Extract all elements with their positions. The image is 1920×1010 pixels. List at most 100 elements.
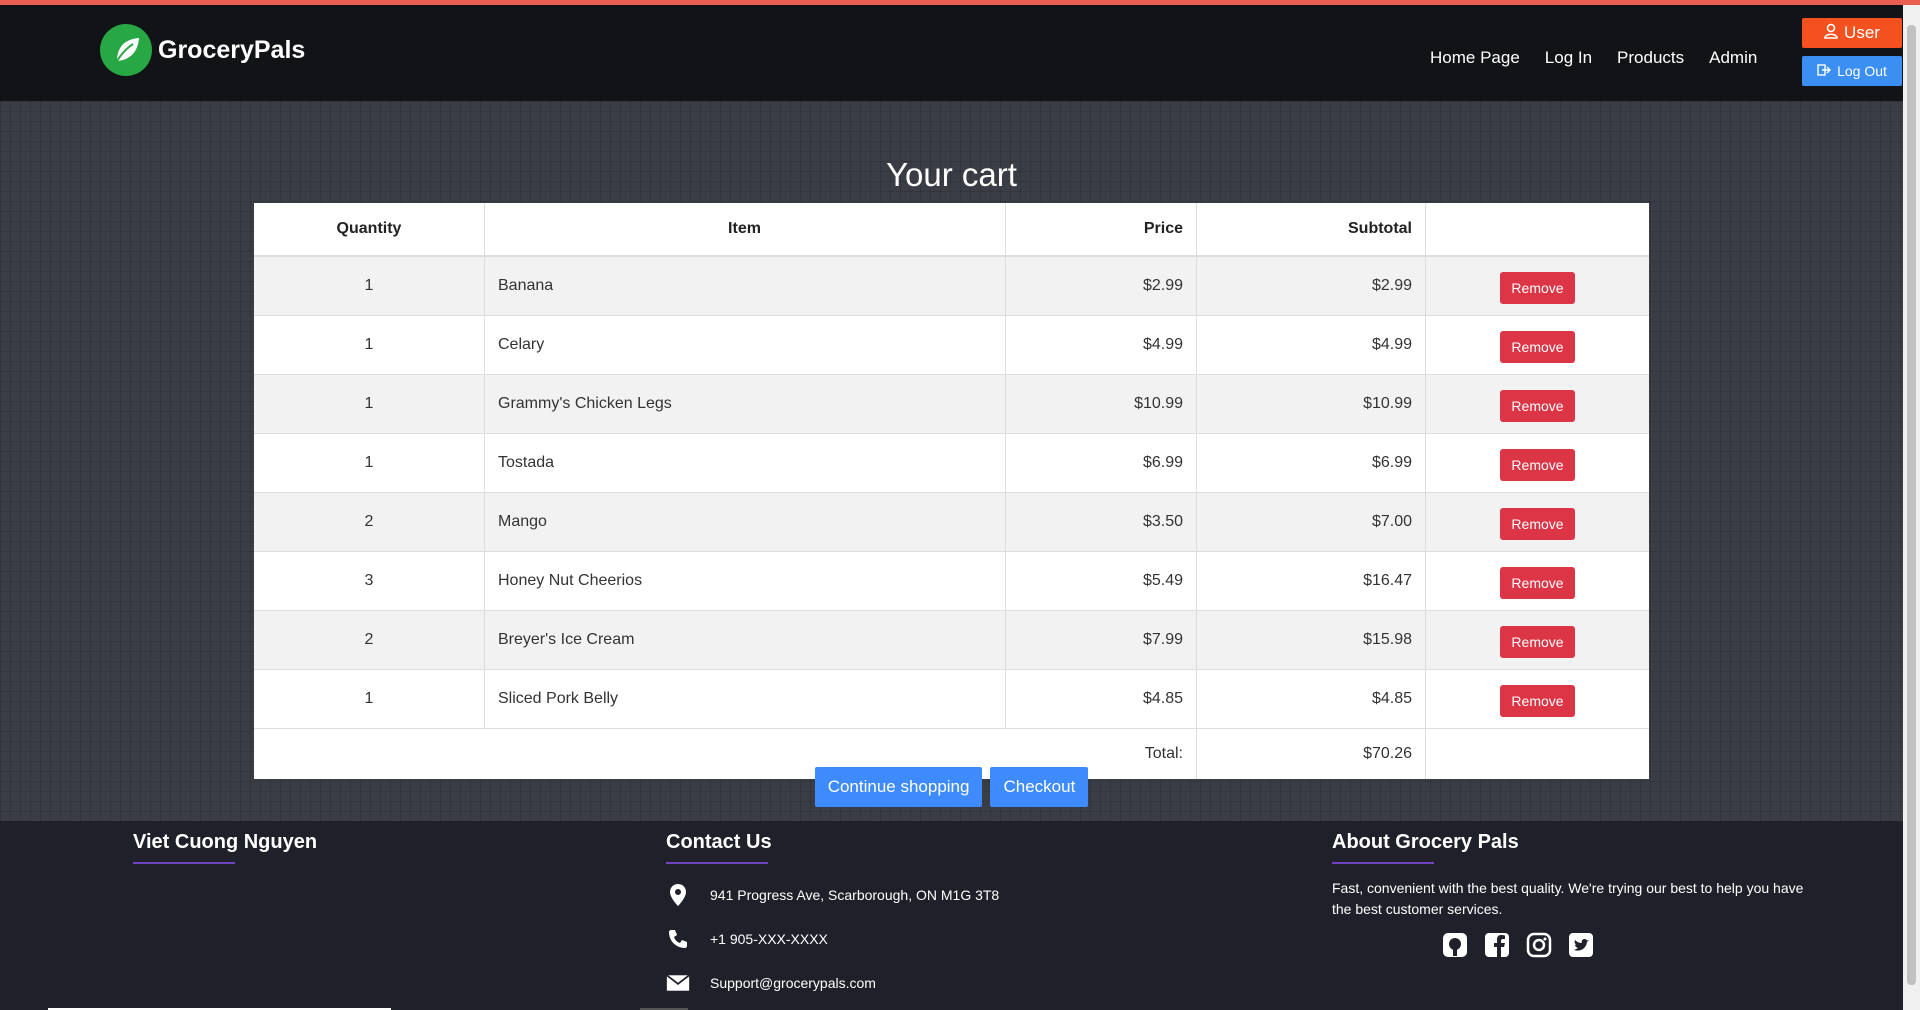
cart-actions: Continue shopping Checkout — [0, 767, 1903, 807]
github-icon[interactable] — [1442, 932, 1468, 963]
remove-button[interactable]: Remove — [1500, 508, 1575, 540]
cart-table: Quantity Item Price Subtotal 1 Banana $2… — [254, 203, 1649, 779]
title-underline — [666, 862, 768, 864]
brand-name: GroceryPals — [158, 35, 306, 64]
remove-button[interactable]: Remove — [1500, 626, 1575, 658]
header-actions — [1425, 203, 1649, 257]
remove-button[interactable]: Remove — [1500, 331, 1575, 363]
remove-button[interactable]: Remove — [1500, 449, 1575, 481]
row-subtotal: $4.85 — [1196, 669, 1426, 729]
row-quantity: 3 — [254, 551, 485, 611]
row-item: Celary — [484, 315, 1006, 375]
row-quantity: 1 — [254, 374, 485, 434]
remove-button[interactable]: Remove — [1500, 567, 1575, 599]
header-quantity: Quantity — [254, 203, 485, 257]
envelope-icon — [666, 973, 690, 993]
row-subtotal: $7.00 — [1196, 492, 1426, 552]
footer-about-title: About Grocery Pals — [1332, 831, 1519, 853]
row-quantity: 1 — [254, 433, 485, 493]
row-price: $7.99 — [1005, 610, 1197, 670]
page-title: Your cart — [886, 156, 1017, 193]
logout-button-label: Log Out — [1837, 63, 1887, 79]
row-subtotal: $6.99 — [1196, 433, 1426, 493]
row-item: Banana — [484, 255, 1006, 316]
email-link[interactable]: Support@grocerypals.com — [710, 975, 876, 991]
table-row: 2 Mango $3.50 $7.00 Remove — [254, 492, 1649, 552]
facebook-icon[interactable] — [1484, 932, 1510, 963]
row-subtotal: $15.98 — [1196, 610, 1426, 670]
main-content: Your cart Quantity Item Price Subtotal 1… — [0, 101, 1903, 821]
phone-icon — [666, 928, 690, 950]
twitter-icon[interactable] — [1568, 932, 1594, 963]
title-underline — [1332, 862, 1434, 864]
table-row: 1 Grammy's Chicken Legs $10.99 $10.99 Re… — [254, 374, 1649, 434]
row-subtotal: $16.47 — [1196, 551, 1426, 611]
header-subtotal: Subtotal — [1196, 203, 1426, 257]
scrollbar-thumb[interactable] — [1907, 25, 1916, 985]
row-price: $2.99 — [1005, 255, 1197, 316]
title-underline — [133, 862, 235, 864]
remove-button[interactable]: Remove — [1500, 685, 1575, 717]
brand-logo[interactable]: GroceryPals — [100, 23, 305, 77]
row-price: $4.99 — [1005, 315, 1197, 375]
row-item: Tostada — [484, 433, 1006, 493]
continue-shopping-button[interactable]: Continue shopping — [814, 767, 983, 807]
about-text: Fast, convenient with the best quality. … — [1332, 880, 1804, 917]
row-quantity: 1 — [254, 315, 485, 375]
user-button-label: User — [1844, 23, 1880, 42]
nav-admin[interactable]: Admin — [1709, 48, 1757, 68]
table-row: 1 Celary $4.99 $4.99 Remove — [254, 315, 1649, 375]
user-icon — [1824, 23, 1838, 44]
row-item: Honey Nut Cheerios — [484, 551, 1006, 611]
vertical-scrollbar[interactable] — [1903, 5, 1920, 1010]
leaf-icon — [100, 24, 152, 76]
contact-address: 941 Progress Ave, Scarborough, ON M1G 3T… — [666, 882, 999, 908]
row-item: Grammy's Chicken Legs — [484, 374, 1006, 434]
row-item: Sliced Pork Belly — [484, 669, 1006, 729]
logout-button[interactable]: Log Out — [1802, 56, 1902, 86]
table-row: 1 Tostada $6.99 $6.99 Remove — [254, 433, 1649, 493]
main-nav: Home Page Log In Products Admin — [1430, 48, 1757, 68]
table-row: 3 Honey Nut Cheerios $5.49 $16.47 Remove — [254, 551, 1649, 611]
user-button[interactable]: User — [1802, 18, 1902, 48]
row-quantity: 2 — [254, 610, 485, 670]
row-price: $10.99 — [1005, 374, 1197, 434]
row-item: Mango — [484, 492, 1006, 552]
address-text: 941 Progress Ave, Scarborough, ON M1G 3T… — [710, 887, 1000, 903]
table-row: 1 Sliced Pork Belly $4.85 $4.85 Remove — [254, 669, 1649, 729]
row-price: $4.85 — [1005, 669, 1197, 729]
table-row: 2 Breyer's Ice Cream $7.99 $15.98 Remove — [254, 610, 1649, 670]
footer-contact-column: Contact Us 941 Progress Ave, Scarborough… — [666, 831, 999, 996]
remove-button[interactable]: Remove — [1500, 272, 1575, 304]
logout-icon — [1817, 63, 1832, 79]
row-quantity: 1 — [254, 255, 485, 316]
navbar: GroceryPals Home Page Log In Products Ad… — [0, 5, 1920, 101]
header-price: Price — [1005, 203, 1197, 257]
map-marker-icon — [666, 883, 690, 907]
table-header-row: Quantity Item Price Subtotal — [254, 203, 1649, 257]
row-quantity: 2 — [254, 492, 485, 552]
phone-text: +1 905-XXX-XXXX — [710, 931, 828, 947]
checkout-button[interactable]: Checkout — [990, 767, 1089, 807]
footer-author-title: Viet Cuong Nguyen — [133, 831, 318, 853]
header-item: Item — [484, 203, 1006, 257]
nav-login[interactable]: Log In — [1545, 48, 1592, 68]
nav-home[interactable]: Home Page — [1430, 48, 1520, 68]
contact-email: Support@grocerypals.com — [666, 970, 999, 996]
row-price: $6.99 — [1005, 433, 1197, 493]
table-row: 1 Banana $2.99 $2.99 Remove — [254, 255, 1649, 316]
row-subtotal: $4.99 — [1196, 315, 1426, 375]
remove-button[interactable]: Remove — [1500, 390, 1575, 422]
social-links — [1442, 932, 1812, 963]
row-item: Breyer's Ice Cream — [484, 610, 1006, 670]
nav-products[interactable]: Products — [1617, 48, 1684, 68]
row-price: $3.50 — [1005, 492, 1197, 552]
contact-phone: +1 905-XXX-XXXX — [666, 926, 999, 952]
footer-contact-title: Contact Us — [666, 831, 772, 853]
footer-about-column: About Grocery Pals Fast, convenient with… — [1332, 831, 1812, 963]
row-quantity: 1 — [254, 669, 485, 729]
row-subtotal: $2.99 — [1196, 255, 1426, 316]
instagram-icon[interactable] — [1526, 932, 1552, 963]
row-subtotal: $10.99 — [1196, 374, 1426, 434]
footer: Viet Cuong Nguyen Contact Us 941 Progres… — [0, 821, 1903, 1010]
